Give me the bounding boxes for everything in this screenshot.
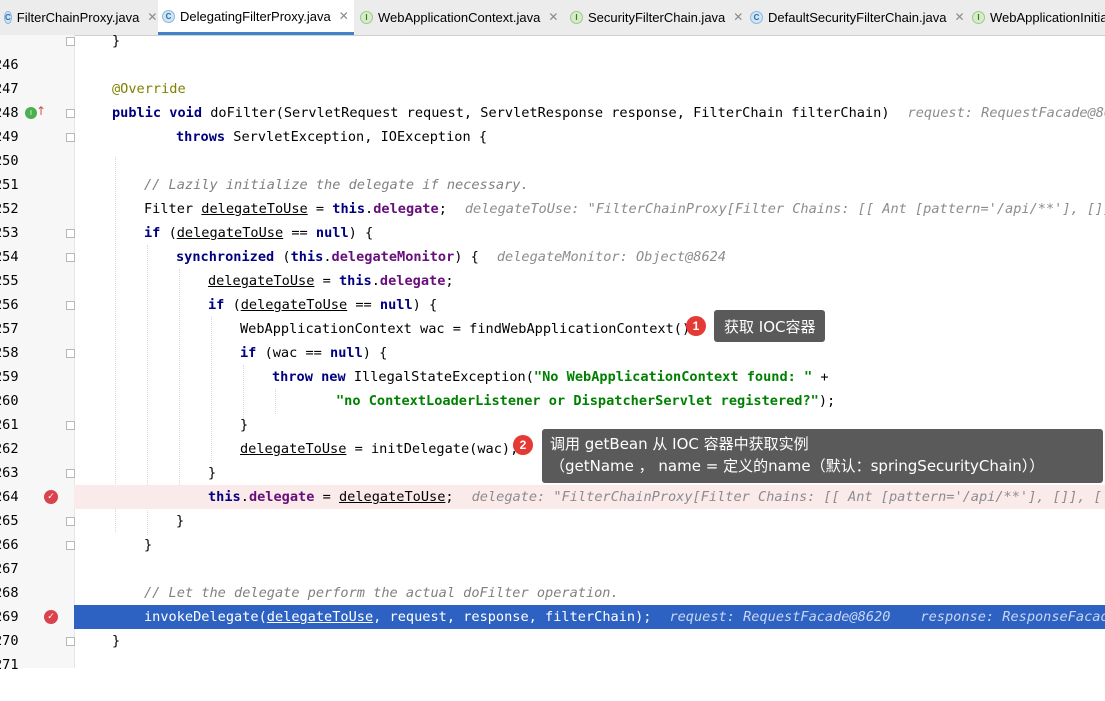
inline-debug-hint: request: RequestFacade@8620: [907, 105, 1105, 121]
inline-debug-hint: response: ResponseFacade@: [920, 609, 1105, 625]
breakpoint-icon[interactable]: ✓: [44, 490, 58, 504]
code-text: if (delegateToUse == null) {: [144, 225, 374, 241]
fold-marker-icon[interactable]: [66, 133, 75, 142]
fold-marker-icon[interactable]: [66, 301, 75, 310]
code-line[interactable]: 256 delegateToUse = this.delegate;: [0, 269, 1105, 313]
code-text: throws ServletException, IOException {: [176, 129, 488, 145]
code-comment: // Lazily initialize the delegate if nec…: [144, 177, 529, 193]
interface-icon: I: [972, 10, 985, 24]
code-line[interactable]: 257 if (delegateToUse == null) {: [0, 293, 1105, 337]
code-line[interactable]: 246 }: [0, 29, 1105, 73]
fold-marker-icon[interactable]: [66, 541, 75, 550]
breakpoint-icon[interactable]: ✓: [44, 610, 58, 624]
code-text: public void doFilter(ServletRequest requ…: [112, 101, 1105, 125]
tab-label: WebApplicationInitia: [990, 9, 1105, 25]
code-line[interactable]: 249 public void doFilter(ServletRequest …: [0, 101, 1105, 145]
fold-marker-icon[interactable]: [66, 349, 75, 358]
annotation-badge-2: 2: [513, 435, 533, 455]
code-line[interactable]: 265 this.delegate = delegateToUse;delega…: [0, 485, 1105, 529]
code-line[interactable]: 271 }: [0, 629, 1105, 673]
inline-debug-hint: delegateToUse: "FilterChainProxy[Filter …: [464, 201, 1105, 217]
code-line[interactable]: 258 WebApplicationContext wac = findWebA…: [0, 317, 1105, 361]
interface-icon: I: [360, 10, 373, 24]
code-line[interactable]: 255 synchronized (this.delegateMonitor) …: [0, 245, 1105, 289]
close-icon[interactable]: ✕: [733, 10, 743, 24]
close-icon[interactable]: ✕: [339, 9, 349, 23]
class-icon: C: [750, 10, 763, 24]
annotation-text-line1: 调用 getBean 从 IOC 容器中获取实例: [550, 435, 809, 453]
code-line[interactable]: 260 throw new IllegalStateException("No …: [0, 365, 1105, 409]
inline-debug-hint: delegate: "FilterChainProxy[Filter Chain…: [471, 489, 1105, 505]
class-icon: C: [162, 9, 175, 23]
fold-marker-icon[interactable]: [66, 37, 75, 46]
arrow-up-icon: ↑: [36, 104, 47, 118]
line-number: 271: [0, 657, 18, 673]
code-text: }: [144, 537, 153, 553]
code-line[interactable]: 267 }: [0, 533, 1105, 577]
code-line[interactable]: 261 "no ContextLoaderListener or Dispatc…: [0, 389, 1105, 433]
code-line[interactable]: 251: [0, 149, 1105, 193]
fold-marker-icon[interactable]: [66, 469, 75, 478]
code-text: synchronized (this.delegateMonitor) {del…: [176, 249, 727, 265]
tab-label: DelegatingFilterProxy.java: [180, 8, 331, 24]
code-text: }: [240, 417, 249, 433]
close-icon[interactable]: ✕: [147, 10, 157, 24]
annotation-text: 获取 IOC容器: [724, 318, 816, 336]
annotation-badge-1: 1: [686, 316, 706, 336]
tab-label: FilterChainProxy.java: [16, 9, 140, 25]
fold-marker-icon[interactable]: [66, 637, 75, 646]
code-text: throw new IllegalStateException("No WebA…: [272, 369, 829, 385]
code-text: @Override: [112, 81, 186, 97]
fold-marker-icon[interactable]: [66, 517, 75, 526]
code-line[interactable]: 259 if (wac == null) {: [0, 341, 1105, 385]
tab-label: DefaultSecurityFilterChain.java: [768, 9, 947, 25]
code-line[interactable]: 269 // Let the delegate perform the actu…: [0, 581, 1105, 625]
fold-marker-icon[interactable]: [66, 421, 75, 430]
inline-debug-hint: request: RequestFacade@8620: [669, 609, 891, 625]
code-comment: // Let the delegate perform the actual d…: [144, 585, 619, 601]
code-text: if (wac == null) {: [240, 345, 388, 361]
tab-label: SecurityFilterChain.java: [588, 9, 726, 25]
annotation-callout-2: 调用 getBean 从 IOC 容器中获取实例 （getName ， name…: [542, 429, 1103, 483]
code-text: delegateToUse = initDelegate(wac);: [240, 441, 519, 457]
fold-marker-icon[interactable]: [66, 229, 75, 238]
code-line[interactable]: 248 @Override: [0, 77, 1105, 121]
code-line[interactable]: 266 }: [0, 509, 1105, 553]
interface-icon: I: [570, 10, 583, 24]
code-text: delegateToUse = this.delegate;: [208, 273, 454, 289]
code-line[interactable]: 268: [0, 557, 1105, 601]
code-text: }: [208, 465, 217, 481]
close-icon[interactable]: ✕: [954, 10, 964, 24]
annotation-callout-1: 获取 IOC容器: [714, 310, 826, 342]
close-icon[interactable]: ✕: [548, 10, 558, 24]
code-line[interactable]: 254 if (delegateToUse == null) {: [0, 221, 1105, 265]
code-line[interactable]: 270 invokeDelegate(delegateToUse, reques…: [0, 605, 1105, 649]
code-text: }: [112, 633, 121, 649]
code-text: WebApplicationContext wac = findWebAppli…: [240, 321, 699, 337]
class-icon: C: [4, 10, 12, 24]
code-line[interactable]: 252 // Lazily initialize the delegate if…: [0, 173, 1105, 217]
code-line[interactable]: 250 throws ServletException, IOException…: [0, 125, 1105, 169]
code-text: Filter delegateToUse = this.delegate; del…: [144, 197, 1105, 221]
code-text: invokeDelegate(delegateToUse, request, r…: [144, 605, 1105, 629]
fold-marker-icon[interactable]: [66, 109, 75, 118]
code-line[interactable]: 253 Filter delegateToUse = this.delegate…: [0, 197, 1105, 241]
code-text: "no ContextLoaderListener or DispatcherS…: [336, 393, 836, 409]
code-text: }: [176, 513, 185, 529]
code-line[interactable]: 247: [0, 53, 1105, 97]
annotation-text-line2: （getName ， name = 定义的name（默认：springSecur…: [550, 457, 1045, 475]
code-text: }: [112, 33, 121, 49]
fold-marker-icon[interactable]: [66, 253, 75, 262]
inline-debug-hint: delegateMonitor: Object@8624: [496, 249, 727, 265]
code-text: if (delegateToUse == null) {: [208, 297, 438, 313]
tab-label: WebApplicationContext.java: [378, 9, 541, 25]
code-text: this.delegate = delegateToUse; delegate: …: [208, 485, 1105, 509]
